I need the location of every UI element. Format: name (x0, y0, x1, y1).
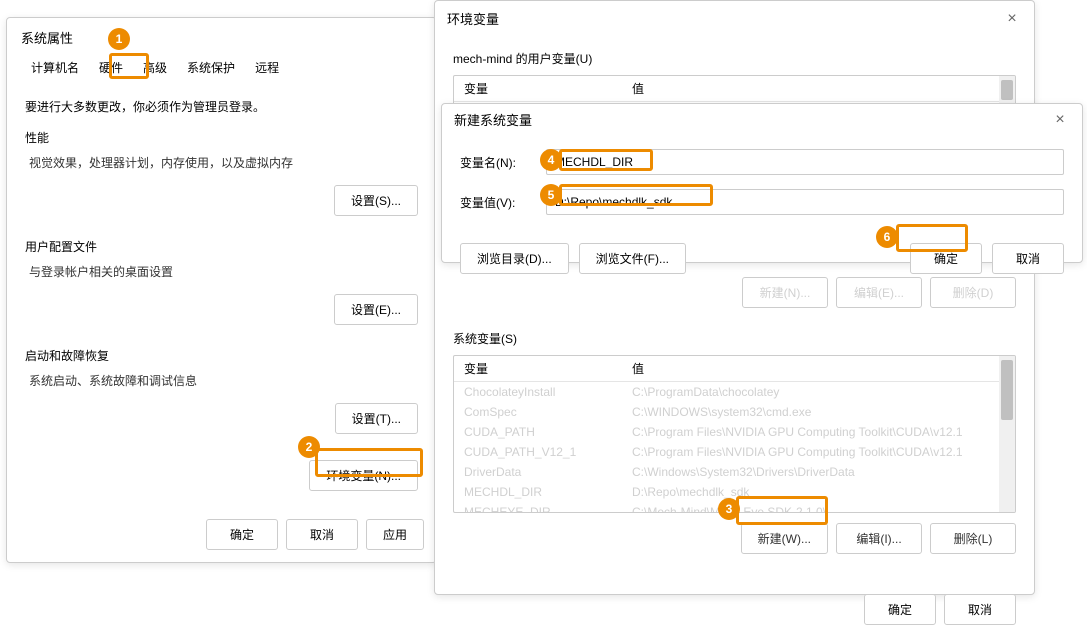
sys-new-button[interactable]: 新建(W)... (741, 523, 828, 554)
startup-settings-button[interactable]: 设置(T)... (335, 403, 418, 434)
sysprops-apply-button[interactable]: 应用 (366, 519, 424, 550)
newvar-titlebar: 新建系统变量 × (442, 104, 1082, 135)
newvar-footer: 浏览目录(D)... 浏览文件(F)... 确定 取消 (442, 243, 1082, 274)
sys-vars-buttons: 新建(W)... 编辑(I)... 删除(L) (453, 523, 1016, 554)
scrollbar[interactable] (999, 356, 1015, 512)
variable-name-input[interactable] (546, 149, 1064, 175)
browse-dir-button[interactable]: 浏览目录(D)... (460, 243, 569, 274)
perf-desc: 视觉效果，处理器计划，内存使用，以及虚拟内存 (25, 154, 418, 171)
table-row[interactable]: DriverDataC:\Windows\System32\Drivers\Dr… (454, 462, 1015, 482)
env-variables-button[interactable]: 环境变量(N)... (309, 460, 418, 491)
userprof-desc: 与登录帐户相关的桌面设置 (25, 263, 418, 280)
sysprops-body: 要进行大多数更改，你必须作为管理员登录。 性能 视觉效果，处理器计划，内存使用，… (7, 82, 436, 501)
envvars-footer: 确定 取消 (435, 584, 1034, 635)
section-startup: 启动和故障恢复 系统启动、系统故障和调试信息 设置(T)... (25, 347, 418, 434)
table-row[interactable]: CUDA_PATHC:\Program Files\NVIDIA GPU Com… (454, 422, 1015, 442)
table-header: 变量 值 (454, 76, 1015, 102)
userprof-title: 用户配置文件 (25, 238, 418, 255)
newvar-ok-button[interactable]: 确定 (910, 243, 982, 274)
newvar-title: 新建系统变量 (454, 110, 532, 129)
sys-vars-table[interactable]: 变量 值 ChocolateyInstallC:\ProgramData\cho… (453, 355, 1016, 513)
envvars-title: 环境变量 (447, 9, 499, 28)
table-row[interactable]: CUDA_PATH_V12_1C:\Program Files\NVIDIA G… (454, 442, 1015, 462)
user-vars-label: mech-mind 的用户变量(U) (453, 50, 1016, 67)
user-delete-button[interactable]: 删除(D) (930, 277, 1016, 308)
table-header: 变量 值 (454, 356, 1015, 382)
system-properties-dialog: 系统属性 计算机名 硬件 高级 系统保护 远程 要进行大多数更改，你必须作为管理… (6, 17, 437, 563)
section-user-profiles: 用户配置文件 与登录帐户相关的桌面设置 设置(E)... (25, 238, 418, 325)
envvar-row: 环境变量(N)... (25, 460, 418, 491)
perf-settings-button[interactable]: 设置(S)... (334, 185, 418, 216)
user-edit-button[interactable]: 编辑(E)... (836, 277, 922, 308)
col-value: 值 (622, 76, 1015, 101)
table-row[interactable]: ChocolateyInstallC:\ProgramData\chocolat… (454, 382, 1015, 402)
sysprops-title: 系统属性 (21, 28, 73, 47)
value-label: 变量值(V): (460, 194, 546, 211)
sys-delete-button[interactable]: 删除(L) (930, 523, 1016, 554)
newvar-body: 变量名(N): 变量值(V): (442, 135, 1082, 243)
sysprops-tabs: 计算机名 硬件 高级 系统保护 远程 (7, 53, 436, 82)
table-row[interactable]: ComSpecC:\WINDOWS\system32\cmd.exe (454, 402, 1015, 422)
variable-value-input[interactable] (546, 189, 1064, 215)
startup-desc: 系统启动、系统故障和调试信息 (25, 372, 418, 389)
section-performance: 性能 视觉效果，处理器计划，内存使用，以及虚拟内存 设置(S)... (25, 129, 418, 216)
envvars-ok-button[interactable]: 确定 (864, 594, 936, 625)
tab-computer-name[interactable]: 计算机名 (21, 53, 89, 82)
browse-file-button[interactable]: 浏览文件(F)... (579, 243, 686, 274)
name-row: 变量名(N): (460, 149, 1064, 175)
newvar-cancel-button[interactable]: 取消 (992, 243, 1064, 274)
close-icon[interactable]: × (1002, 10, 1022, 28)
user-new-button[interactable]: 新建(N)... (742, 277, 828, 308)
userprof-settings-button[interactable]: 设置(E)... (334, 294, 418, 325)
sysprops-cancel-button[interactable]: 取消 (286, 519, 358, 550)
col-value: 值 (622, 356, 1015, 381)
value-row: 变量值(V): (460, 189, 1064, 215)
sys-edit-button[interactable]: 编辑(I)... (836, 523, 922, 554)
col-variable: 变量 (454, 76, 622, 101)
user-vars-buttons: 新建(N)... 编辑(E)... 删除(D) (453, 277, 1016, 308)
name-label: 变量名(N): (460, 154, 546, 171)
sys-vars-label: 系统变量(S) (453, 330, 1016, 347)
envvars-titlebar: 环境变量 × (435, 1, 1034, 36)
startup-title: 启动和故障恢复 (25, 347, 418, 364)
new-system-variable-dialog: 新建系统变量 × 变量名(N): 变量值(V): 浏览目录(D)... 浏览文件… (441, 103, 1083, 263)
perf-title: 性能 (25, 129, 418, 146)
tab-advanced[interactable]: 高级 (133, 53, 177, 82)
intro-text: 要进行大多数更改，你必须作为管理员登录。 (25, 98, 418, 115)
tab-hardware[interactable]: 硬件 (89, 53, 133, 82)
tab-remote[interactable]: 远程 (245, 53, 289, 82)
sysprops-ok-button[interactable]: 确定 (206, 519, 278, 550)
col-variable: 变量 (454, 356, 622, 381)
tab-system-protection[interactable]: 系统保护 (177, 53, 245, 82)
environment-variables-dialog: 环境变量 × mech-mind 的用户变量(U) 变量 值 新建(N)... … (434, 0, 1035, 595)
envvars-cancel-button[interactable]: 取消 (944, 594, 1016, 625)
sys-vars-body: ChocolateyInstallC:\ProgramData\chocolat… (454, 382, 1015, 513)
sysprops-footer: 确定 取消 应用 (206, 519, 424, 550)
close-icon[interactable]: × (1050, 111, 1070, 129)
sysprops-titlebar: 系统属性 (7, 18, 436, 53)
table-row[interactable]: MECHDL_DIRD:\Repo\mechdlk_sdk (454, 482, 1015, 502)
table-row[interactable]: MECHEYE_DIRC:\Mech-Mind\Mech-Eye SDK-2.1… (454, 502, 1015, 513)
